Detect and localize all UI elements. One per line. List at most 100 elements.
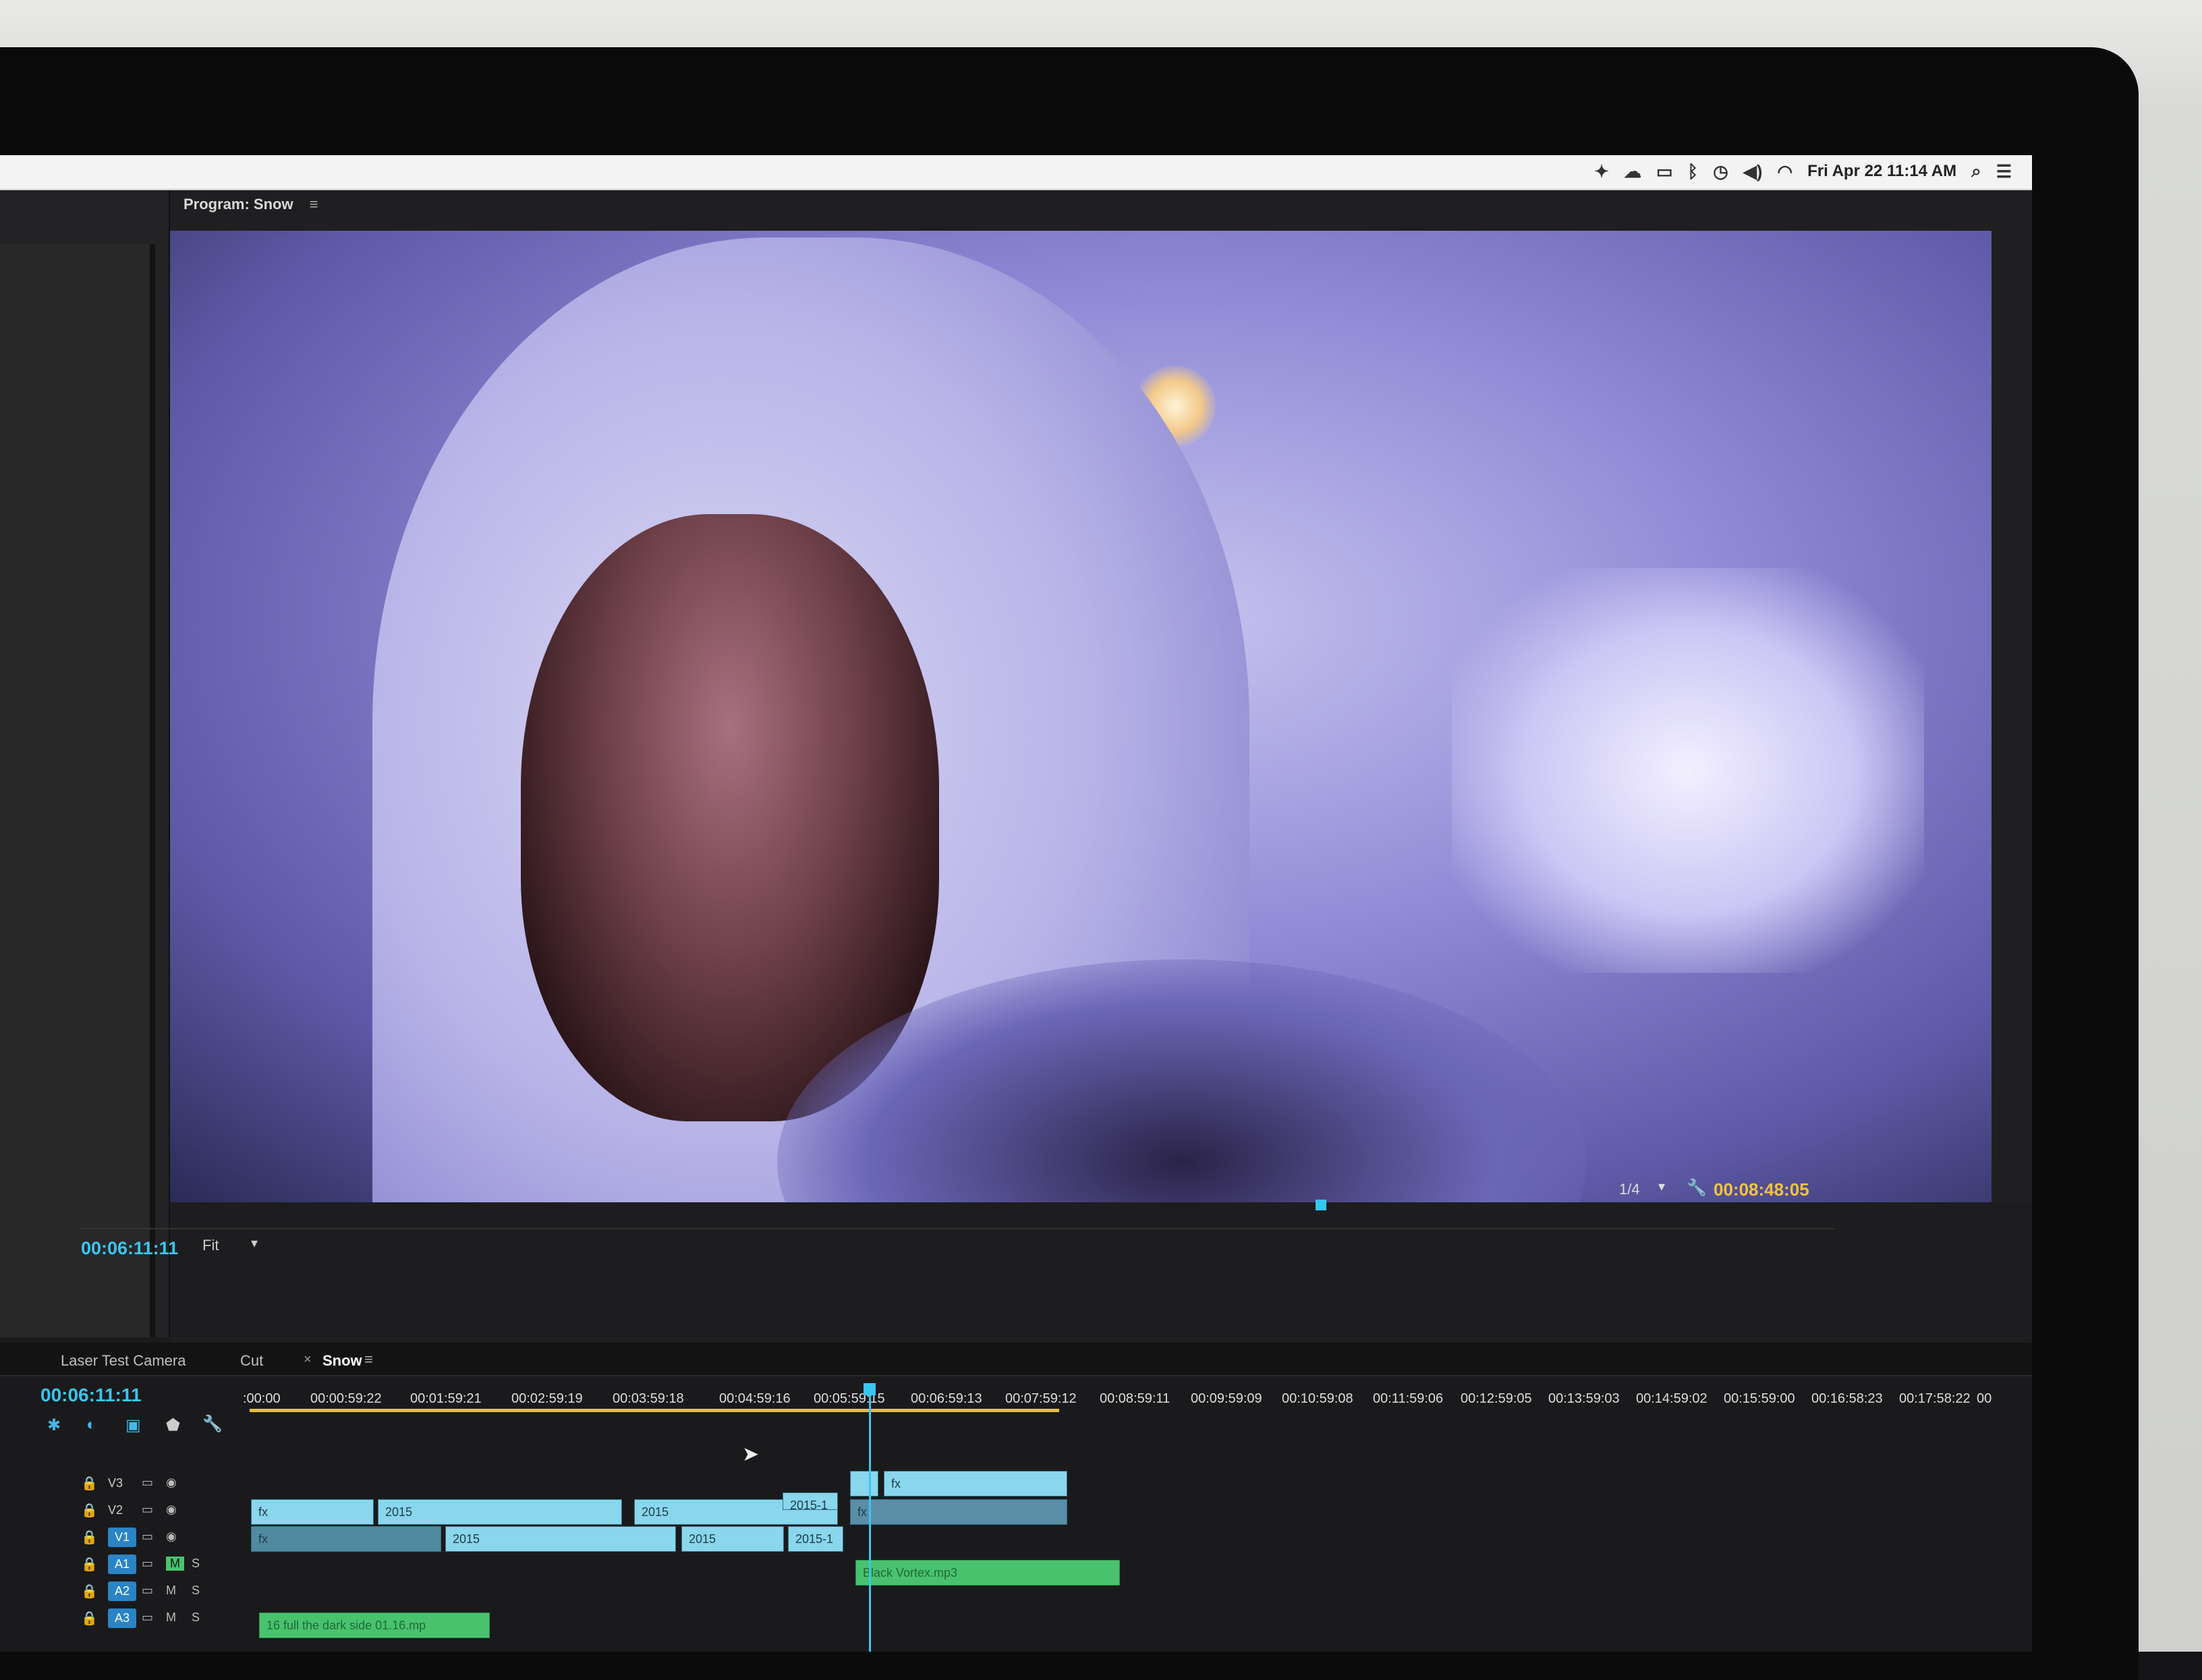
screen: ✦ ☁ ▭ ᛒ ◷ ◀) ◠ Fri Apr 22 11:14 AM ⌕ ☰ P… [0,155,2032,1652]
ruler-tick-label: 00:04:59:16 [719,1391,791,1406]
panel-menu-icon[interactable]: ≡ [310,196,318,213]
solo-button[interactable]: S [192,1584,200,1598]
ruler-tick-label: 00:15:59:00 [1724,1391,1795,1406]
volume-icon[interactable]: ◀) [1743,161,1763,182]
mouse-pointer-icon: ➤ [742,1443,760,1465]
program-mini-ruler[interactable] [81,1208,1835,1229]
resolution-dropdown-icon[interactable]: ▾ [1658,1178,1665,1195]
track-name[interactable]: V3 [108,1476,123,1490]
tab-menu-icon[interactable]: ≡ [364,1351,373,1368]
film-icon[interactable]: ▭ [142,1476,153,1490]
eye-icon[interactable]: ◉ [166,1530,177,1544]
close-tab-icon[interactable]: × [304,1352,312,1368]
lock-icon[interactable]: 🔒 [81,1610,98,1627]
track-name[interactable]: A3 [108,1608,137,1628]
lock-icon[interactable]: 🔒 [81,1502,98,1519]
work-area-bar[interactable] [250,1409,1059,1412]
ruler-tick-label: 00:17:58:22 [1899,1391,1971,1406]
track-name[interactable]: A1 [108,1555,137,1574]
zoom-dropdown-icon[interactable]: ▾ [251,1235,258,1252]
bluetooth-icon[interactable]: ᛒ [1688,161,1699,182]
timeline-settings-icon[interactable]: 🔧 [202,1414,223,1434]
program-monitor-tab[interactable]: Program: Snow ≡ [184,196,318,213]
program-monitor: Program: Snow ≡ [170,190,2032,1351]
ruler-tick-label: 00:07:59:12 [1005,1391,1077,1406]
lock-icon[interactable]: 🔒 [81,1556,98,1573]
mute-button[interactable]: M [166,1611,176,1625]
track-name[interactable]: V1 [108,1528,137,1547]
track-name[interactable]: V2 [108,1503,123,1517]
clip[interactable]: 2015-1 [788,1526,843,1552]
tab-snow[interactable]: Snow [322,1352,362,1370]
mic-icon[interactable]: ▭ [142,1584,153,1598]
settings-wrench-icon[interactable]: 🔧 [1687,1178,1707,1198]
zoom-level-select[interactable]: Fit [202,1237,219,1254]
add-marker-icon[interactable]: ▣ [125,1416,141,1435]
tab-laser-test-camera[interactable]: Laser Test Camera [61,1352,186,1370]
clip[interactable]: fx [884,1471,1067,1496]
tab-cut[interactable]: Cut [240,1352,263,1370]
airplay-icon[interactable]: ▭ [1656,161,1673,182]
program-timecode[interactable]: 00:06:11:11 [81,1238,178,1259]
clip[interactable]: fx [251,1499,374,1525]
playback-resolution[interactable]: 1/4 [1619,1181,1640,1198]
mic-icon[interactable]: ▭ [142,1611,153,1625]
film-icon[interactable]: ▭ [142,1530,153,1544]
lock-icon[interactable]: 🔒 [81,1475,98,1492]
mic-icon[interactable]: ▭ [142,1557,153,1571]
timeline-ruler[interactable]: :00:00 00:00:59:22 00:01:59:21 00:02:59:… [243,1376,1997,1424]
clip-label: 2015 [453,1532,480,1546]
clip[interactable]: fx [850,1499,1067,1525]
dropbox-icon[interactable]: ✦ [1594,161,1609,182]
linked-selection-icon[interactable]: ◐ [86,1416,96,1434]
audio-clip[interactable]: 16 full the dark side 01.16.mp [259,1613,490,1638]
mute-button[interactable]: M [166,1584,176,1598]
ruler-tick-label: 00:06:59:13 [911,1391,982,1406]
clip-label: 2015 [642,1505,669,1519]
ruler-tick-label: 00:16:58:23 [1811,1391,1883,1406]
mute-button[interactable]: M [166,1557,184,1571]
timeline-timecode[interactable]: 00:06:11:11 [40,1384,141,1406]
marker-icon[interactable]: ⬟ [166,1416,180,1435]
audio-clip[interactable]: Black Vortex.mp3 [855,1560,1120,1586]
eye-icon[interactable]: ◉ [166,1476,177,1490]
solo-button[interactable]: S [192,1557,200,1571]
ruler-tick-label: :00:00 [243,1391,281,1406]
track-name[interactable]: A2 [108,1581,137,1601]
source-panel-body [0,244,155,1337]
snap-icon[interactable]: ✱ [47,1416,61,1435]
timeline-playhead[interactable] [869,1390,871,1652]
film-icon[interactable]: ▭ [142,1503,153,1517]
clip[interactable]: 2015 [681,1526,784,1552]
fx-badge: fx [258,1505,269,1519]
clip[interactable] [850,1471,878,1496]
fx-badge: fx [891,1477,901,1490]
track-header-v2: 🔒 V2 ▭ ◉ [54,1499,243,1523]
track-header-v1: 🔒 V1 ▭ ◉ [54,1526,243,1550]
clip[interactable]: 2015-1 [783,1492,838,1510]
ruler-tick-label: 00:00:59:22 [310,1391,382,1406]
eye-icon[interactable]: ◉ [166,1503,177,1517]
clock[interactable]: Fri Apr 22 11:14 AM [1807,162,1956,181]
track-header-a1: 🔒 A1 ▭ M S [54,1553,243,1577]
notification-center-icon[interactable]: ☰ [1996,161,2012,182]
clip[interactable]: 2015 [445,1526,676,1552]
wifi-icon[interactable]: ◠ [1777,161,1792,182]
clip[interactable]: 2015 [378,1499,622,1525]
spotlight-search-icon[interactable]: ⌕ [1971,161,1981,182]
ruler-tick-label: 00:13:59:03 [1548,1391,1620,1406]
lock-icon[interactable]: 🔒 [81,1529,98,1546]
lock-icon[interactable]: 🔒 [81,1583,98,1600]
clip[interactable]: fx [251,1526,441,1552]
program-playhead-marker[interactable] [1316,1200,1326,1210]
solo-button[interactable]: S [192,1611,200,1625]
menu-bar: ✦ ☁ ▭ ᛒ ◷ ◀) ◠ Fri Apr 22 11:14 AM ⌕ ☰ [0,155,2032,190]
program-monitor-title: Program: Snow [184,196,293,213]
creative-cloud-icon[interactable]: ☁ [1624,161,1641,182]
fx-badge: fx [258,1532,269,1546]
time-machine-icon[interactable]: ◷ [1713,161,1728,182]
track-header-v3: 🔒 V3 ▭ ◉ [54,1472,243,1496]
ruler-tick-label: 00:12:59:05 [1461,1391,1532,1406]
clip-label: 2015-1 [795,1532,834,1546]
timeline-tabs: Laser Test Camera Cut × Snow ≡ [0,1343,2032,1376]
